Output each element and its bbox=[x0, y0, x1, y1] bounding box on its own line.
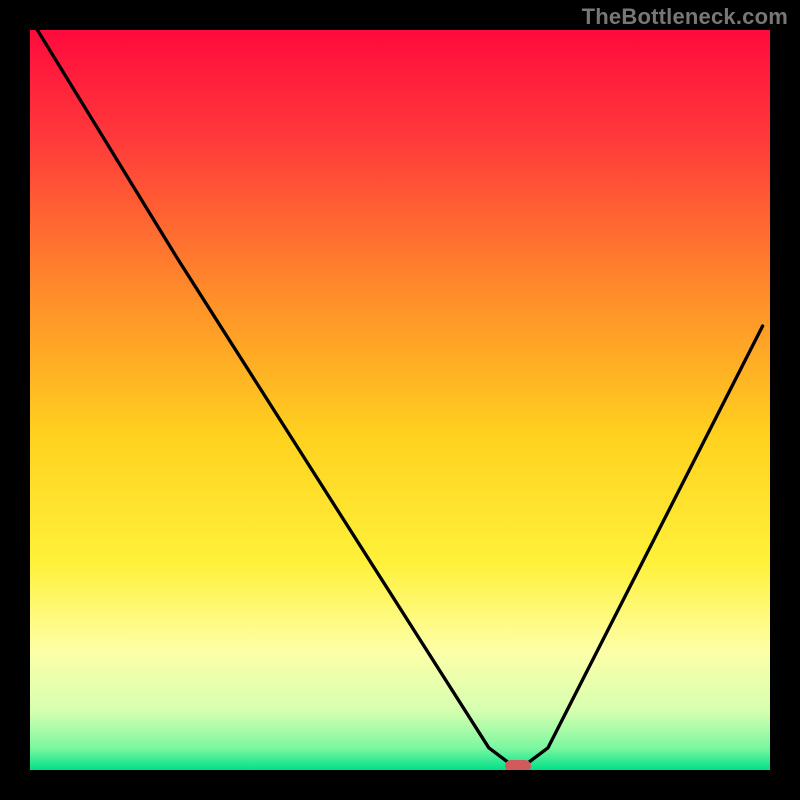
bottleneck-curve bbox=[30, 30, 770, 770]
minimum-marker bbox=[505, 760, 531, 770]
chart-frame: TheBottleneck.com bbox=[0, 0, 800, 800]
plot-area bbox=[30, 30, 770, 770]
watermark-text: TheBottleneck.com bbox=[582, 4, 788, 30]
